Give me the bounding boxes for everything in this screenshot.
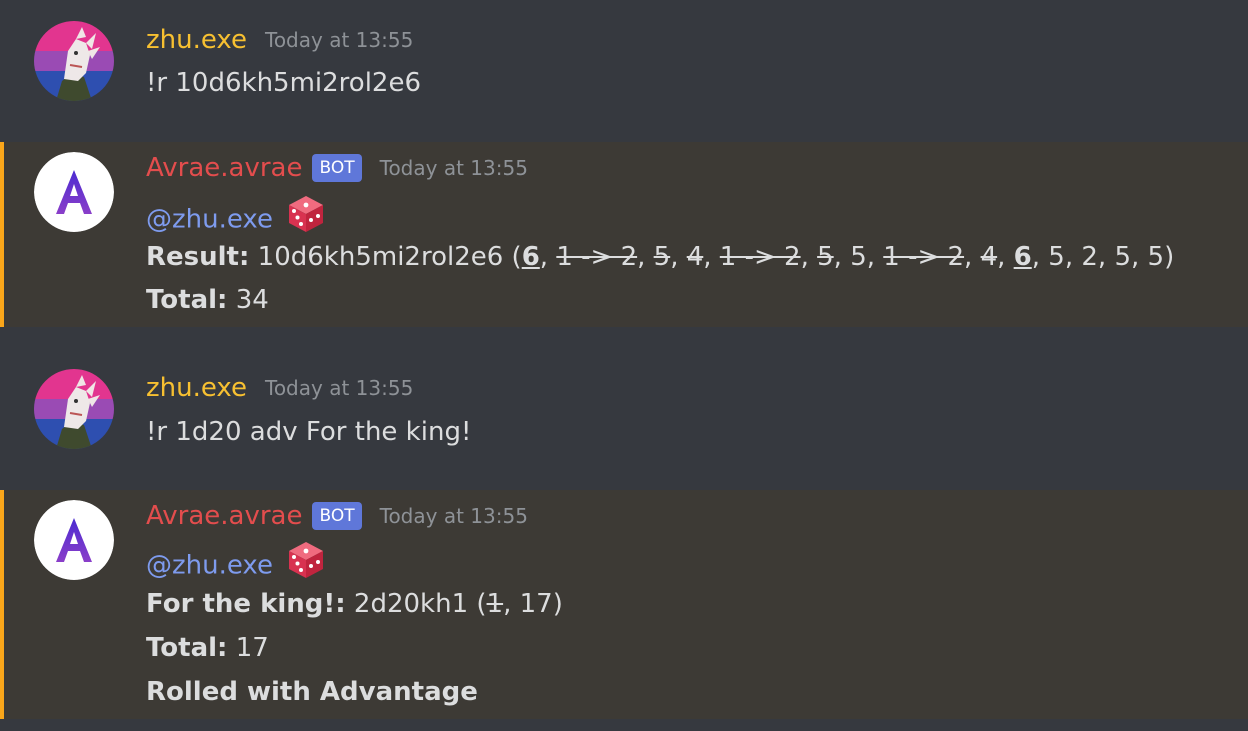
message-header: Avrae.avrae BOT Today at 13:55 [146, 496, 528, 536]
message-text: !r 1d20 adv For the king! [146, 417, 472, 447]
roll-footer: Rolled with Advantage [146, 677, 478, 707]
username[interactable]: zhu.exe [146, 25, 247, 55]
mention-line: @zhu.exe [146, 194, 325, 235]
bot-avatar[interactable] [34, 500, 114, 580]
username[interactable]: Avrae.avrae [146, 501, 302, 531]
user-mention[interactable]: @zhu.exe [146, 205, 273, 235]
message-user-2: zhu.exe Today at 13:55 !r 1d20 adv For t… [0, 327, 1248, 490]
result-close: ) [552, 589, 563, 619]
die-value: 17 [519, 589, 553, 619]
message-bot-1: Avrae.avrae BOT Today at 13:55 @zhu.exe [0, 142, 1248, 327]
die-value: 4 [686, 242, 704, 272]
bot-avatar[interactable] [34, 152, 114, 232]
total-line: Total: 17 [146, 628, 269, 668]
user-avatar[interactable] [34, 21, 114, 101]
username[interactable]: Avrae.avrae [146, 153, 302, 183]
die-value: 1 [486, 589, 504, 619]
dragon-avatar-icon [34, 369, 114, 449]
avrae-logo-icon [34, 152, 114, 232]
message-user-1: zhu.exe Today at 13:55 !r 10d6kh5mi2rol2… [0, 0, 1248, 142]
die-value: 5 [1114, 242, 1131, 272]
die-value: 1 -> 2 [883, 242, 965, 272]
user-avatar[interactable] [34, 369, 114, 449]
total-label: Total: [146, 633, 228, 663]
result-line: Result: 10d6kh5mi2rol2e6 (6, 1 -> 2, 5, … [146, 237, 1174, 277]
message-header: zhu.exe Today at 13:55 [146, 368, 413, 408]
result-expression: 10d6kh5mi2rol2e6 ( [249, 242, 522, 272]
total-value: 17 [227, 633, 269, 663]
bot-tag: BOT [312, 502, 362, 530]
result-line: For the king!: 2d20kh1 (1, 17) [146, 584, 563, 624]
message-text: !r 10d6kh5mi2rol2e6 [146, 68, 422, 98]
message-header: Avrae.avrae BOT Today at 13:55 [146, 148, 528, 188]
message-header: zhu.exe Today at 13:55 [146, 20, 413, 60]
timestamp[interactable]: Today at 13:55 [380, 504, 528, 528]
die-value: 1 -> 2 [719, 242, 801, 272]
die-value: 4 [980, 242, 998, 272]
result-expression: 2d20kh1 ( [345, 589, 487, 619]
timestamp[interactable]: Today at 13:55 [265, 28, 413, 52]
dragon-avatar-icon [34, 21, 114, 101]
mention-line: @zhu.exe [146, 540, 325, 581]
dice-results: 6, 1 -> 2, 5, 4, 1 -> 2, 5, 5, 1 -> 2, 4… [521, 242, 1165, 272]
chat-messages: zhu.exe Today at 13:55 !r 10d6kh5mi2rol2… [0, 0, 1248, 731]
total-label: Total: [146, 285, 228, 315]
result-label: Result: [146, 242, 250, 272]
user-mention[interactable]: @zhu.exe [146, 551, 273, 581]
die-value: 1 -> 2 [556, 242, 638, 272]
bot-tag: BOT [312, 154, 362, 182]
result-label: For the king!: [146, 589, 346, 619]
result-close: ) [1164, 242, 1175, 272]
die-value: 5 [1048, 242, 1065, 272]
dice-results: 1, 17 [486, 589, 553, 619]
message-bot-2: Avrae.avrae BOT Today at 13:55 @zhu.exe [0, 490, 1248, 719]
total-line: Total: 34 [146, 280, 269, 320]
die-value: 5 [850, 242, 867, 272]
avrae-logo-icon [34, 500, 114, 580]
timestamp[interactable]: Today at 13:55 [265, 376, 413, 400]
die-value: 5 [653, 242, 671, 272]
timestamp[interactable]: Today at 13:55 [380, 156, 528, 180]
die-value: 6 [521, 242, 540, 272]
total-value: 34 [227, 285, 269, 315]
die-value: 5 [1147, 242, 1165, 272]
die-value: 2 [1081, 242, 1098, 272]
username[interactable]: zhu.exe [146, 373, 247, 403]
die-value: 6 [1013, 242, 1032, 272]
die-value: 5 [817, 242, 834, 272]
